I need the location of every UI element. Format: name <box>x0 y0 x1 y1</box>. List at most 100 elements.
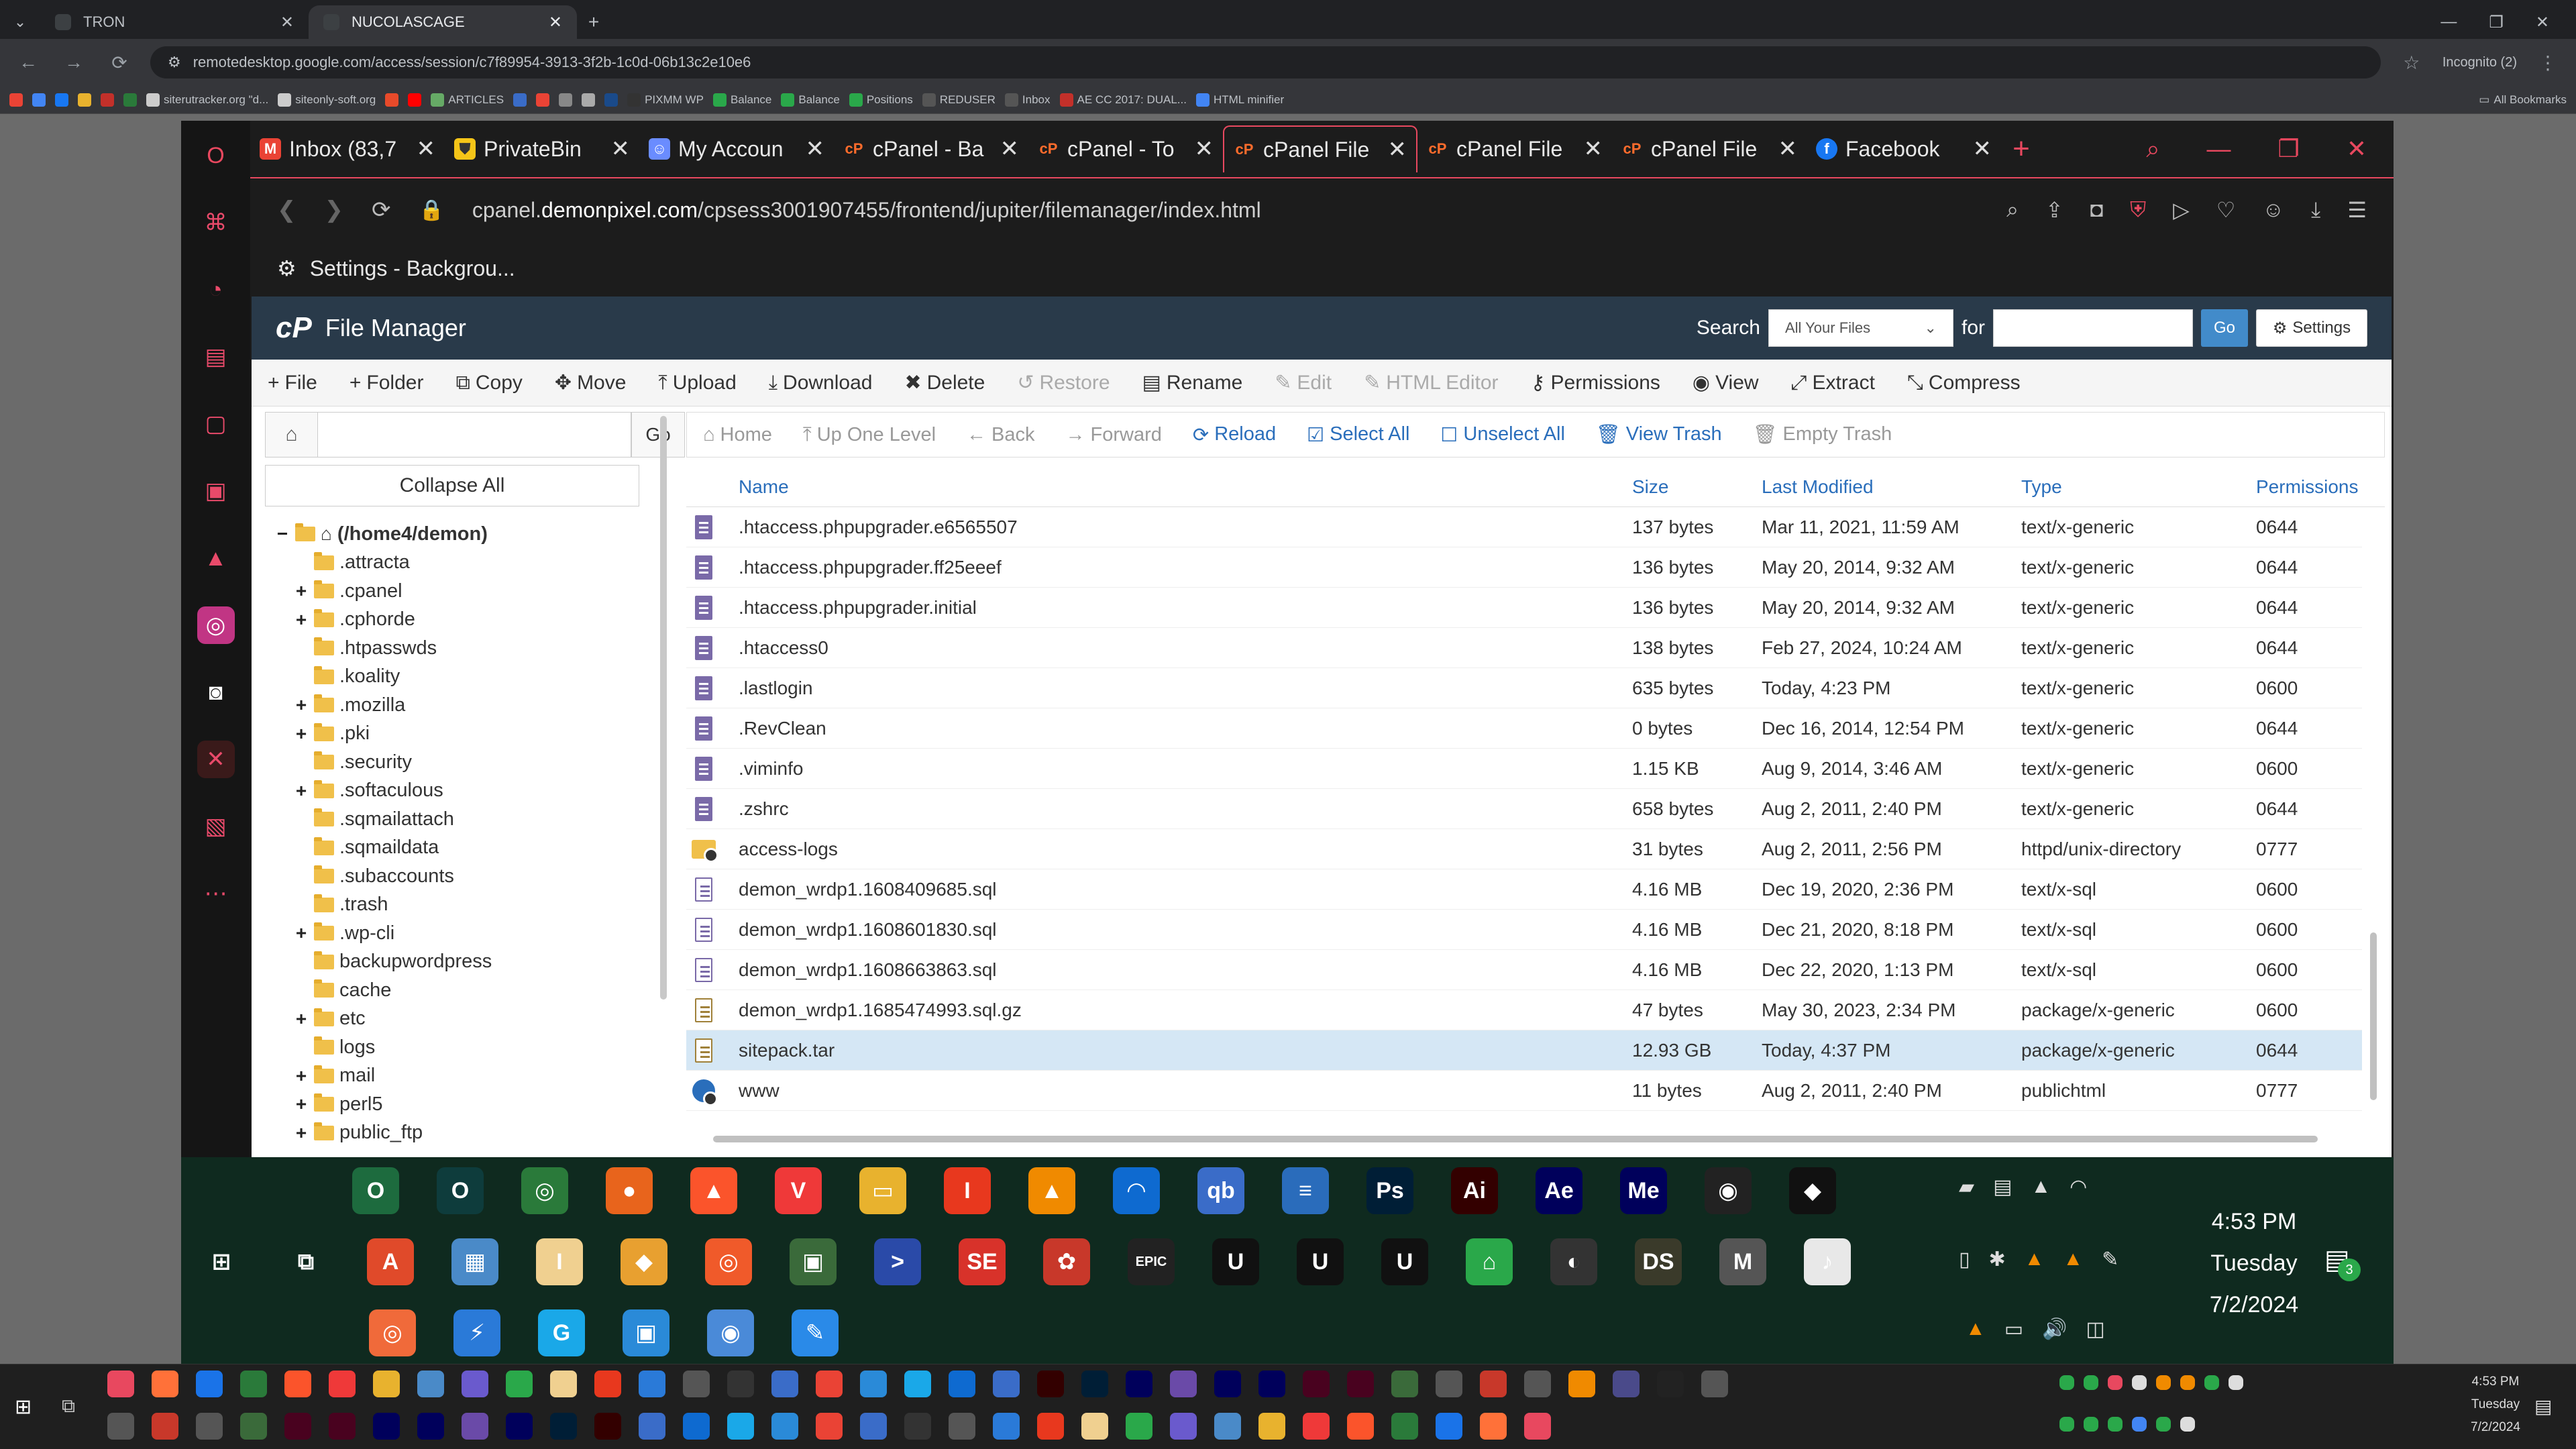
site-info-icon[interactable]: ⚙ <box>168 54 181 71</box>
chrome-address-bar[interactable]: ⚙ remotedesktop.google.com/access/session… <box>150 46 2381 78</box>
toolbar-rename-button[interactable]: ▤ Rename <box>1142 371 1243 394</box>
nav-select-all-button[interactable]: ☑ Select All <box>1307 423 1409 447</box>
taskbar-app-icon[interactable]: M <box>1719 1238 1766 1285</box>
toolbar-delete-button[interactable]: ✖ Delete <box>904 371 985 394</box>
close-icon[interactable]: ✕ <box>1388 136 1407 163</box>
close-icon[interactable]: ✕ <box>1000 136 1020 162</box>
tray-app-icon[interactable] <box>2084 1375 2098 1390</box>
taskbar-app-icon[interactable] <box>1037 1371 1064 1397</box>
reload-icon[interactable]: ⟳ <box>372 197 391 223</box>
nav-reload-button[interactable]: ⟳ Reload <box>1193 423 1276 447</box>
tray-app-icon[interactable]: ▤ <box>1993 1175 2012 1199</box>
taskbar-app-icon[interactable] <box>107 1371 134 1397</box>
toolbar-permissions-button[interactable]: ⚷ Permissions <box>1531 371 1660 394</box>
table-row[interactable]: .RevClean 0 bytes Dec 16, 2014, 12:54 PM te… <box>686 708 2362 749</box>
bookmark-item[interactable]: siteonly-soft.org <box>278 93 376 107</box>
forward-icon[interactable]: → <box>59 52 89 73</box>
taskbar-app-icon[interactable] <box>771 1413 798 1440</box>
nav-back-button[interactable]: ← Back <box>967 424 1034 446</box>
taskbar-app-icon[interactable]: ◎ <box>705 1238 752 1285</box>
tree-item[interactable]: .htpasswds <box>275 634 651 663</box>
opera-tab[interactable]: cP cPanel File ✕ <box>1417 125 1612 172</box>
bookmark-item[interactable]: siterutracker.org "d... <box>146 93 268 107</box>
expand-icon[interactable]: + <box>294 694 309 716</box>
taskbar-app-icon[interactable] <box>373 1371 400 1397</box>
opera-tab[interactable]: cP cPanel File ✕ <box>1612 125 1807 172</box>
taskbar-app-icon[interactable] <box>1303 1371 1330 1397</box>
tree-item[interactable]: .sqmailattach <box>275 805 651 834</box>
toolbar-view-button[interactable]: ◉ View <box>1693 371 1759 394</box>
taskbar-app-icon[interactable] <box>683 1413 710 1440</box>
opera-tab[interactable]: cP cPanel - Ba ✕ <box>834 125 1028 172</box>
taskbar-app-icon[interactable] <box>417 1371 444 1397</box>
remote-clock[interactable]: 4:53 PM Tuesday 7/2/2024 <box>2167 1201 2341 1326</box>
taskbar-app-icon[interactable] <box>1214 1413 1241 1440</box>
expand-icon[interactable]: + <box>294 723 309 745</box>
reload-icon[interactable]: ⟳ <box>105 52 134 74</box>
pen-icon[interactable]: ✎ <box>2102 1248 2118 1271</box>
table-row[interactable]: .htaccess0 138 bytes Feb 27, 2024, 10:24 A… <box>686 628 2362 668</box>
settings-button[interactable]: ⚙ Settings <box>2256 309 2367 347</box>
taskbar-app-icon[interactable]: ▭ <box>859 1167 906 1214</box>
taskbar-app-icon[interactable]: ◐ <box>1550 1238 1597 1285</box>
taskbar-app-icon[interactable] <box>107 1413 134 1440</box>
taskbar-app-icon[interactable] <box>240 1371 267 1397</box>
vlc-icon[interactable]: ▲ <box>2025 1248 2045 1271</box>
taskbar-app-icon[interactable] <box>1258 1371 1285 1397</box>
bookmark-item[interactable]: Balance <box>712 93 771 107</box>
chrome-tab-tron[interactable]: TRON ✕ <box>40 5 309 39</box>
more-icon[interactable]: ⋯ <box>197 875 235 912</box>
taskbar-app-icon[interactable]: ▣ <box>790 1238 837 1285</box>
taskbar-app-icon[interactable]: I <box>944 1167 991 1214</box>
bookmark-item[interactable]: HTML minifier <box>1195 93 1284 107</box>
taskbar-app-icon[interactable] <box>152 1371 178 1397</box>
tree-item[interactable]: logs <box>275 1033 651 1062</box>
zoom-icon[interactable]: ⌕ <box>2006 197 2019 223</box>
close-window-icon[interactable]: ✕ <box>2347 135 2367 164</box>
taskbar-app-icon[interactable]: ⌂ <box>1466 1238 1513 1285</box>
tools-icon[interactable]: ✕ <box>197 741 235 778</box>
close-icon[interactable]: ✕ <box>549 13 562 32</box>
taskbar-app-icon[interactable] <box>284 1371 311 1397</box>
bookmark-item[interactable] <box>55 93 68 107</box>
toolbar-copy-button[interactable]: ⧉ Copy <box>455 372 522 394</box>
tree-item[interactable]: + mail <box>275 1062 651 1091</box>
taskbar-app-icon[interactable] <box>1214 1371 1241 1397</box>
bookmark-item[interactable]: Positions <box>849 93 913 107</box>
table-row[interactable]: .htaccess.phpupgrader.ff25eeef 136 bytes M… <box>686 547 2362 588</box>
minimize-icon[interactable]: — <box>2440 13 2457 32</box>
vlc-icon[interactable]: ▲ <box>1966 1318 1986 1341</box>
file-table-vscrollbar[interactable] <box>2370 932 2377 1100</box>
tray-app-icon[interactable]: ◠ <box>2070 1175 2087 1199</box>
task-view-icon[interactable]: ⧉ <box>62 1395 75 1417</box>
taskbar-app-icon[interactable]: ⚡ <box>453 1309 500 1356</box>
bookmark-star-icon[interactable]: ☆ <box>2397 52 2426 74</box>
gear-icon[interactable]: ⚙ <box>277 256 297 281</box>
tray-app-icon[interactable] <box>2156 1417 2171 1432</box>
gallery-icon[interactable]: ▧ <box>197 808 235 845</box>
table-row[interactable]: demon_wrdp1.1685474993.sql.gz 47 bytes May… <box>686 990 2362 1030</box>
taskbar-app-icon[interactable] <box>1081 1413 1108 1440</box>
expand-icon[interactable]: + <box>294 1093 309 1115</box>
tray-app-icon[interactable] <box>2108 1417 2123 1432</box>
toolbar-edit-button[interactable]: ✎ Edit <box>1275 371 1332 394</box>
close-icon[interactable]: ✕ <box>1778 136 1798 162</box>
bookmark-item[interactable]: Inbox <box>1004 93 1051 107</box>
taskbar-app-icon[interactable]: Ae <box>1536 1167 1582 1214</box>
taskbar-app-icon[interactable] <box>1126 1371 1152 1397</box>
taskbar-app-icon[interactable] <box>1436 1413 1462 1440</box>
taskbar-app-icon[interactable]: U <box>1297 1238 1344 1285</box>
taskbar-app-icon[interactable]: ▲ <box>1028 1167 1075 1214</box>
taskbar-app-icon[interactable]: qb <box>1197 1167 1244 1214</box>
tree-item[interactable]: .subaccounts <box>275 862 651 891</box>
opera-url[interactable]: cpanel.demonpixel.com/cpsess3001907455/f… <box>472 198 1978 223</box>
vlc-icon[interactable] <box>2180 1375 2195 1390</box>
tree-item[interactable]: + .wp-cli <box>275 919 651 948</box>
taskbar-app-icon[interactable] <box>462 1413 488 1440</box>
gamepad-icon[interactable]: ⌘ <box>197 204 235 241</box>
toolbar-download-button[interactable]: ⤓ Download <box>769 372 873 394</box>
taskbar-app-icon[interactable] <box>373 1413 400 1440</box>
taskbar-app-icon[interactable] <box>1568 1371 1595 1397</box>
opera-tab[interactable]: M Inbox (83,7 ✕ <box>250 125 445 172</box>
tree-item[interactable]: .trash <box>275 891 651 920</box>
